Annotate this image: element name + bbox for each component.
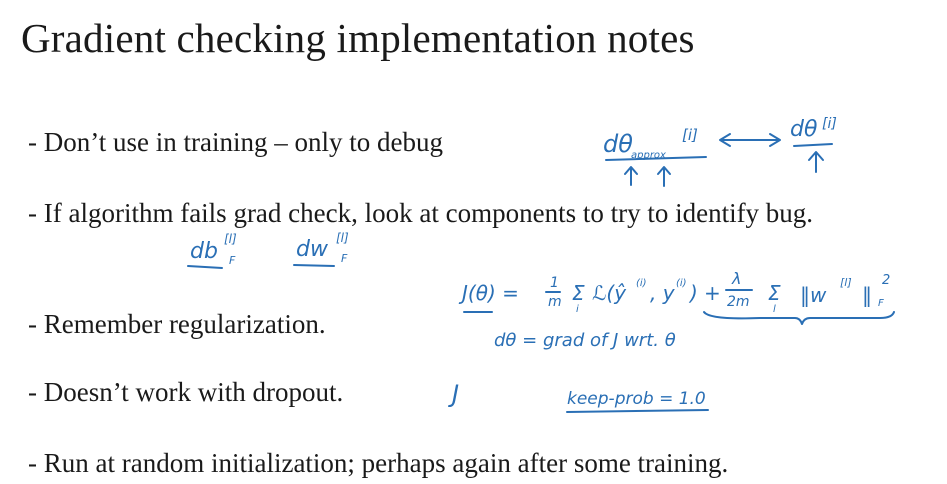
arrow-head-left (719, 133, 731, 147)
norm-w-text: ‖w (800, 283, 827, 307)
annotation-dtheta-compare: dθ approx [i] dθ [i] (603, 116, 837, 187)
norm-sup-text: [l] (840, 276, 852, 289)
keep-prob-underline (566, 409, 709, 413)
loss-close-text: ) (688, 281, 698, 305)
bullet-remember-regularization: - Remember regularization. (28, 309, 326, 339)
dw-sub-f: F (341, 252, 348, 265)
bullet-dropout: - Doesn’t work with dropout. (28, 377, 344, 407)
sum-reg-text: Σ (768, 281, 781, 305)
approx-subscript: approx (631, 150, 666, 161)
index-i-text: [i] (682, 126, 698, 144)
sum-i-text: i (576, 304, 579, 315)
db-sub-f: F (229, 254, 236, 267)
plus-text: + (704, 281, 721, 305)
loss-term-text: ℒ(ŷ (592, 281, 627, 305)
dw-underline (293, 264, 335, 267)
reg-term-underbrace (703, 311, 895, 325)
db-underline (187, 265, 223, 269)
cost-lhs-text: J(θ) = (458, 281, 519, 305)
two-m-text: 2m (727, 294, 750, 310)
annotation-db-dw: db [l] F dw [l] F (187, 231, 349, 269)
norm-sq-text: 2 (882, 273, 890, 288)
sum-l-text: l (773, 304, 776, 315)
loss-y-text: , y (650, 281, 676, 305)
up-arrow-1 (624, 166, 638, 186)
j-letter-text: J (448, 380, 459, 408)
index-i2-text: [i] (822, 116, 837, 132)
bullet-grad-check-components: - If algorithm fails grad check, look at… (28, 198, 814, 228)
underline-dtheta (793, 143, 833, 147)
keep-prob-text: keep-prob = 1.0 (567, 389, 706, 409)
lambda-text: λ (731, 269, 741, 288)
sum-main-text: Σ (572, 281, 585, 305)
up-arrow-2 (657, 166, 671, 187)
dw-text: dw (296, 237, 329, 262)
loss-sup-text: (i) (636, 278, 647, 289)
frac-m-text: m (548, 294, 562, 310)
up-arrow-3 (808, 151, 824, 173)
db-text: db (190, 239, 218, 264)
loss-y-sup-text: (i) (676, 278, 687, 289)
annotation-keep-prob: keep-prob = 1.0 (566, 389, 709, 413)
underline-dtheta-approx (605, 156, 707, 161)
dtheta-approx-text: dθ (603, 130, 633, 158)
dw-sup-text: [l] (336, 231, 349, 245)
norm-f-text: F (878, 298, 884, 309)
db-sup-text: [l] (224, 232, 237, 246)
norm-close-text: ‖ (862, 283, 872, 307)
slide-title: Gradient checking implementation notes (21, 15, 695, 61)
bullet-dont-use-in-training: - Don’t use in training – only to debug (28, 127, 443, 157)
arrow-head-right (769, 133, 781, 147)
dtheta-i-text: dθ (790, 117, 818, 142)
bullet-random-initialization: - Run at random initialization; perhaps … (28, 448, 729, 478)
frac-one-text: 1 (550, 275, 559, 291)
annotation-cost-function: J(θ) = 1 m Σ i ℒ(ŷ (i) , y (i) ) + λ 2m … (458, 269, 895, 325)
handwritten-annotations: dθ[i] --> dθ approx [i] dθ [i] db [l] F … (187, 116, 895, 413)
grad-def-text: dθ = grad of J wrt. θ (494, 330, 676, 351)
